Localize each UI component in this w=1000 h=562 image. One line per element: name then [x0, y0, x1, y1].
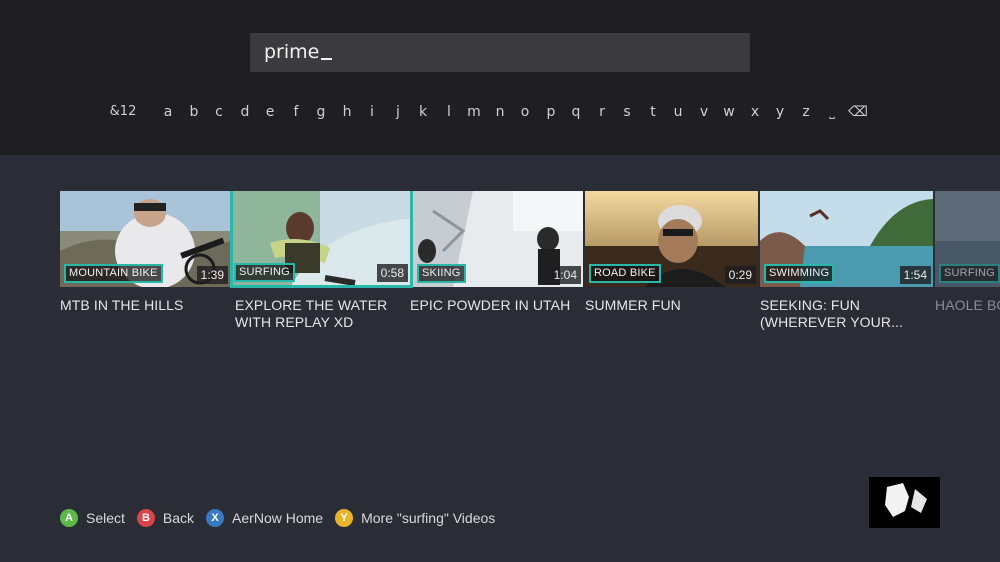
- video-results-row: MOUNTAIN BIKE 1:39 MTB IN THE HILLS SURF…: [0, 191, 1000, 351]
- video-title: EXPLORE THE WATER WITH REPLAY XD: [235, 297, 388, 330]
- preview-image: [869, 477, 940, 528]
- key-b[interactable]: b: [184, 100, 204, 124]
- b-button-icon: B: [136, 509, 155, 527]
- key-r[interactable]: r: [592, 100, 612, 124]
- search-input[interactable]: prime: [250, 33, 750, 72]
- search-header: prime &12 a b c d e f g h i j k l m n o …: [0, 0, 1000, 155]
- key-v[interactable]: v: [694, 100, 714, 124]
- key-c[interactable]: c: [209, 100, 229, 124]
- key-l[interactable]: l: [439, 100, 459, 124]
- key-u[interactable]: u: [668, 100, 688, 124]
- x-button-icon: X: [206, 509, 225, 527]
- key-e[interactable]: e: [260, 100, 280, 124]
- category-tag: SKIING: [417, 264, 466, 283]
- hint-home[interactable]: X AerNow Home: [206, 509, 323, 527]
- video-thumbnail: SWIMMING 1:54: [760, 191, 933, 287]
- key-m[interactable]: m: [464, 100, 484, 124]
- a-button-icon: A: [60, 509, 78, 527]
- key-k[interactable]: k: [413, 100, 433, 124]
- category-tag: SURFING: [234, 263, 295, 282]
- key-j[interactable]: j: [388, 100, 408, 124]
- key-space[interactable]: ˽: [822, 100, 842, 124]
- duration-badge: 1:54: [899, 266, 931, 284]
- category-tag: SWIMMING: [764, 264, 835, 283]
- key-d[interactable]: d: [235, 100, 255, 124]
- key-t[interactable]: t: [643, 100, 663, 124]
- key-z[interactable]: z: [796, 100, 816, 124]
- hint-more-videos[interactable]: Y More "surfing" Videos: [335, 509, 495, 527]
- key-h[interactable]: h: [337, 100, 357, 124]
- key-f[interactable]: f: [286, 100, 306, 124]
- hint-label: More "surfing" Videos: [361, 510, 496, 526]
- video-thumbnail: ROAD BIKE 0:29: [585, 191, 758, 287]
- onscreen-keyboard: &12 a b c d e f g h i j k l m n o p q r …: [100, 100, 880, 124]
- key-symbols[interactable]: &12: [105, 100, 141, 124]
- hint-label: Select: [86, 510, 125, 526]
- category-tag: ROAD BIKE: [589, 264, 661, 283]
- text-cursor: [321, 58, 333, 60]
- key-y[interactable]: y: [770, 100, 790, 124]
- key-x[interactable]: x: [745, 100, 765, 124]
- video-title: SUMMER FUN: [585, 297, 681, 313]
- key-g[interactable]: g: [311, 100, 331, 124]
- duration-badge: 1:39: [196, 266, 228, 284]
- video-title: MTB IN THE HILLS: [60, 297, 184, 313]
- video-thumbnail: SKIING 1:04: [413, 191, 583, 287]
- duration-badge: 0:29: [724, 266, 756, 284]
- video-thumbnail: MOUNTAIN BIKE 1:39: [60, 191, 230, 287]
- picture-in-picture-preview[interactable]: [869, 477, 940, 528]
- video-thumbnail: SURFING: [935, 191, 1000, 287]
- y-button-icon: Y: [335, 509, 354, 527]
- key-a[interactable]: a: [158, 100, 178, 124]
- hint-back[interactable]: B Back: [136, 509, 195, 527]
- key-o[interactable]: o: [515, 100, 535, 124]
- key-backspace[interactable]: ⌫: [848, 100, 868, 124]
- hint-label: AerNow Home: [232, 510, 324, 526]
- key-q[interactable]: q: [566, 100, 586, 124]
- key-i[interactable]: i: [362, 100, 382, 124]
- key-s[interactable]: s: [617, 100, 637, 124]
- category-tag: SURFING: [939, 264, 1000, 283]
- key-p[interactable]: p: [541, 100, 561, 124]
- video-thumbnail: SURFING 0:58: [230, 191, 413, 288]
- hint-select[interactable]: A Select: [60, 509, 125, 527]
- video-title: HAOLE BO: [935, 297, 1000, 313]
- search-query: prime: [264, 41, 333, 63]
- video-title: SEEKING: FUN (WHEREVER YOUR...: [760, 297, 904, 330]
- key-w[interactable]: w: [719, 100, 739, 124]
- controller-hints: A Select B Back X AerNow Home Y More "su…: [60, 508, 507, 528]
- duration-badge: 1:04: [549, 266, 581, 284]
- hint-label: Back: [162, 510, 195, 526]
- key-n[interactable]: n: [490, 100, 510, 124]
- video-title: EPIC POWDER IN UTAH: [410, 297, 571, 313]
- duration-badge: 0:58: [376, 264, 408, 282]
- category-tag: MOUNTAIN BIKE: [64, 264, 163, 283]
